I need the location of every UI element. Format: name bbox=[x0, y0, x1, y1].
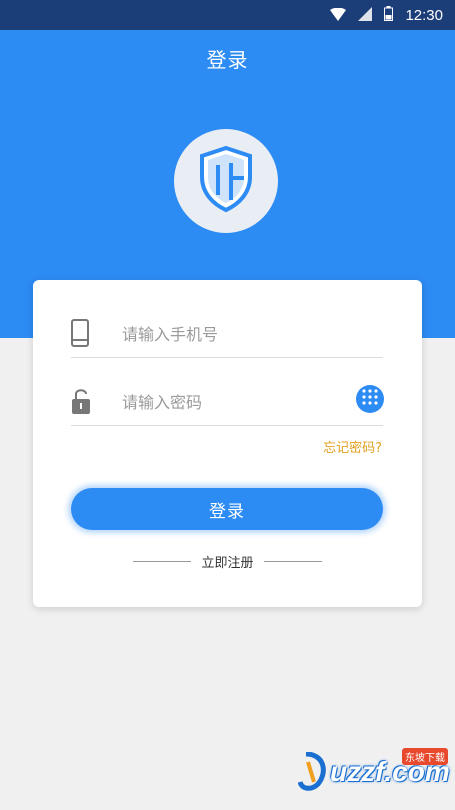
phone-icon bbox=[71, 319, 89, 351]
watermark-badge: 东坡下载 bbox=[402, 748, 448, 765]
keypad-icon bbox=[361, 388, 379, 410]
forgot-password-link[interactable]: 忘记密码? bbox=[323, 437, 382, 456]
phone-divider bbox=[71, 357, 383, 358]
phone-input[interactable] bbox=[122, 323, 372, 345]
watermark-logo: uzzf.com 东坡下载 bbox=[298, 748, 450, 792]
login-card: 忘记密码? 登录 立即注册 bbox=[33, 280, 422, 607]
watermark-swirl-icon bbox=[298, 752, 326, 791]
password-divider bbox=[71, 425, 383, 426]
wifi-icon bbox=[330, 6, 347, 25]
battery-icon bbox=[384, 5, 394, 25]
register-divider-right bbox=[263, 561, 322, 562]
register-row: 立即注册 bbox=[33, 552, 422, 571]
register-divider-left bbox=[133, 561, 192, 562]
keypad-button[interactable] bbox=[356, 385, 384, 413]
page-title: 登录 bbox=[206, 48, 249, 72]
register-link[interactable]: 立即注册 bbox=[201, 552, 253, 571]
signal-icon bbox=[358, 6, 373, 25]
lock-icon bbox=[71, 387, 91, 419]
app-logo bbox=[174, 129, 278, 233]
login-button[interactable]: 登录 bbox=[71, 488, 383, 530]
password-input[interactable] bbox=[122, 391, 342, 413]
status-time: 12:30 bbox=[405, 6, 443, 24]
shield-icon bbox=[196, 145, 256, 217]
status-bar: 12:30 bbox=[0, 0, 455, 30]
